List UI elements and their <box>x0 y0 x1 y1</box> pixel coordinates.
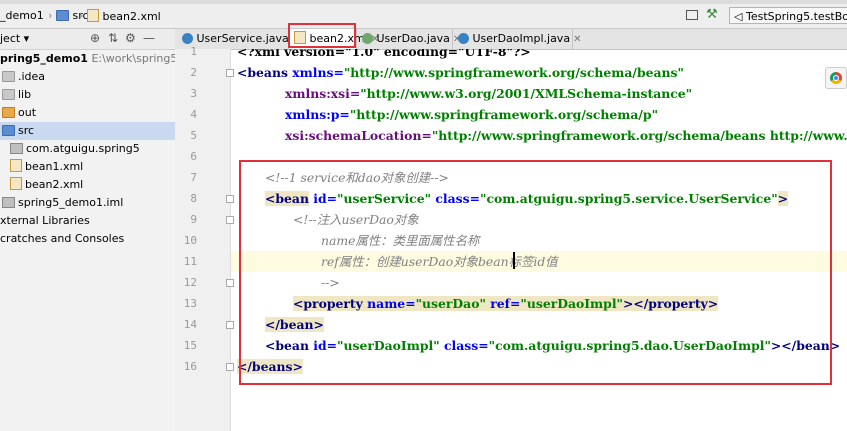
xml-file-icon <box>10 159 22 172</box>
line-number: 1 <box>190 45 197 58</box>
line-number: 6 <box>190 150 197 163</box>
build-hammer-icon[interactable]: ⚒ <box>706 7 718 22</box>
folder-icon <box>2 107 15 118</box>
project-panel-header: ject ▾ ⊕ ⇅ ⚙ — <box>0 29 175 50</box>
tab-userdao-java[interactable]: UserDao.java ✕ <box>357 29 461 49</box>
folder-icon <box>56 10 69 21</box>
xml-file-icon <box>87 9 99 22</box>
tree-item-iml[interactable]: spring5_demo1.iml <box>2 194 123 212</box>
settings-gear-icon[interactable]: ⚙ <box>125 31 136 45</box>
hide-panel-icon[interactable]: — <box>143 31 155 45</box>
close-tab-icon[interactable]: ✕ <box>573 34 581 45</box>
line-number: 14 <box>183 318 197 331</box>
line-number: 12 <box>183 276 197 289</box>
java-class-icon <box>458 33 469 44</box>
tree-item-external-libraries[interactable]: xternal Libraries <box>0 212 90 230</box>
tree-item-out[interactable]: out <box>2 104 36 122</box>
java-interface-icon <box>362 33 373 44</box>
line-number: 16 <box>183 360 197 373</box>
code-line-5: xsi:schemaLocation="http://www.springfra… <box>285 128 847 143</box>
code-highlight-box <box>239 160 832 385</box>
folder-icon <box>2 71 15 82</box>
code-line-2: <beans xmlns="http://www.springframework… <box>237 65 684 80</box>
tree-item-src[interactable]: src <box>0 122 175 140</box>
line-number: 9 <box>190 213 197 226</box>
collapse-icon[interactable]: ⇅ <box>108 31 118 45</box>
line-number: 4 <box>190 108 197 121</box>
project-tool-window: ject ▾ ⊕ ⇅ ⚙ — pring5_demo1 E:\work\spri… <box>0 29 176 431</box>
tree-item-bean2-xml[interactable]: bean2.xml <box>10 176 83 194</box>
tree-item-scratches[interactable]: cratches and Consoles <box>0 230 124 248</box>
tree-item-bean1-xml[interactable]: bean1.xml <box>10 158 83 176</box>
tab-highlight-box <box>288 23 356 48</box>
line-number-gutter: 1 2 3 4 5 6 7 8 9 10 11 12 13 14 15 16 <box>175 45 234 431</box>
project-panel-title[interactable]: ject ▾ <box>0 32 29 45</box>
breadcrumb-separator: › <box>79 9 84 22</box>
module-file-icon <box>2 197 15 208</box>
locate-icon[interactable]: ⊕ <box>90 31 100 45</box>
layout-icon[interactable] <box>686 10 698 20</box>
line-number: 2 <box>190 66 197 79</box>
breadcrumb-folder[interactable]: src <box>56 9 89 22</box>
line-number: 8 <box>190 192 197 205</box>
code-line-1: <?xml version="1.0" encoding="UTF-8"?> <box>237 49 531 59</box>
xml-file-icon <box>10 177 22 190</box>
folder-icon <box>2 89 15 100</box>
line-number: 10 <box>183 234 197 247</box>
line-number: 11 <box>183 255 197 268</box>
code-line-4: xmlns:p="http://www.springframework.org/… <box>285 107 659 122</box>
tab-userdaoimpl-java[interactable]: UserDaoImpl.java ✕ <box>453 29 581 49</box>
code-line-3: xmlns:xsi="http://www.w3.org/2001/XMLSch… <box>285 86 693 101</box>
editor-tab-bar: UserService.java✕ bean2.xml✕ UserDao.jav… <box>175 29 847 50</box>
tree-item-lib[interactable]: lib <box>2 86 31 104</box>
source-folder-icon <box>2 125 15 136</box>
navigation-bar: _demo1 › src › bean2.xml ⚒ ◁ TestSpring5… <box>0 4 847 29</box>
line-number: 5 <box>190 129 197 142</box>
run-config-arrow-icon: ◁ <box>734 10 743 23</box>
breadcrumb-project[interactable]: _demo1 <box>0 9 44 22</box>
tree-item-project-root[interactable]: pring5_demo1 E:\work\spring5_demo1 <box>0 50 175 68</box>
line-number: 3 <box>190 87 197 100</box>
chrome-browser-icon[interactable] <box>825 67 847 89</box>
run-configuration-selector[interactable]: ◁ TestSpring5.testBook1 <box>729 7 847 24</box>
line-number: 7 <box>190 171 197 184</box>
tree-item-idea[interactable]: .idea <box>2 68 45 86</box>
breadcrumb-file[interactable]: bean2.xml <box>87 9 161 23</box>
tree-item-package[interactable]: com.atguigu.spring5 <box>10 140 140 158</box>
package-icon <box>10 143 23 154</box>
line-number: 15 <box>183 339 197 352</box>
line-number: 13 <box>183 297 197 310</box>
breadcrumb-separator: › <box>48 9 53 22</box>
